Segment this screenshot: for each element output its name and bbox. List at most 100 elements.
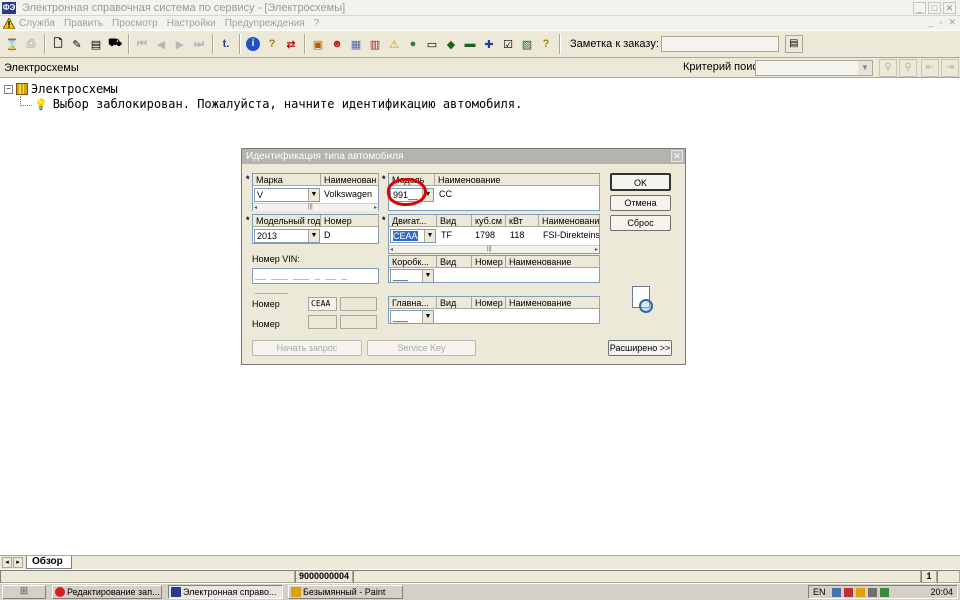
- final-drive-header-type[interactable]: Вид: [437, 297, 472, 309]
- print-icon[interactable]: ⎙: [22, 35, 40, 53]
- vehicle-icon[interactable]: ▬: [461, 35, 479, 53]
- scroll-thumb[interactable]: |||: [487, 246, 492, 252]
- update-icon[interactable]: [855, 587, 865, 597]
- scroll-left-icon[interactable]: ◂: [254, 204, 257, 211]
- search-criteria-select[interactable]: ▼: [755, 60, 873, 76]
- exit-icon[interactable]: ⌛: [3, 35, 21, 53]
- search-icon[interactable]: ⚲: [879, 59, 897, 77]
- close-window-button[interactable]: ✕: [943, 2, 956, 14]
- engine-header-code[interactable]: Двигат...: [389, 215, 437, 227]
- make-scrollbar[interactable]: ◂ ||| ▸: [253, 203, 378, 211]
- mdi-restore-icon[interactable]: ▫: [939, 17, 942, 28]
- dialog-close-icon[interactable]: ✕: [671, 150, 683, 162]
- search-prev-icon[interactable]: ⇤: [921, 59, 939, 77]
- start-button[interactable]: ⊞: [2, 585, 46, 599]
- order-note-input[interactable]: [660, 36, 779, 52]
- tab-scroll-right-icon[interactable]: ▸: [13, 557, 23, 568]
- back-icon[interactable]: t.: [217, 35, 235, 53]
- gearbox-header-code[interactable]: Коробк...: [389, 256, 437, 268]
- final-drive-code-combo[interactable]: ___ ▼: [390, 310, 434, 324]
- model-year-grid[interactable]: Модельный год Номер 2013 ▼ D: [252, 214, 379, 244]
- gearbox-grid[interactable]: Коробк... Вид Номер Наименование ___ ▼: [388, 255, 600, 283]
- engine-grid[interactable]: Двигат... Вид куб.см кВт Наименование CE…: [388, 214, 600, 254]
- make-header-code[interactable]: Марка: [253, 174, 321, 186]
- network-icon[interactable]: [831, 587, 841, 597]
- warning-icon[interactable]: [3, 17, 15, 29]
- first-page-icon[interactable]: ⏮: [133, 35, 151, 53]
- shield-icon[interactable]: [879, 587, 889, 597]
- order-note-button[interactable]: ▤: [784, 35, 803, 53]
- final-drive-header-code[interactable]: Главна...: [389, 297, 437, 309]
- menu-item-help[interactable]: ?: [314, 18, 320, 29]
- tab-scroll-left-icon[interactable]: ◂: [2, 557, 12, 568]
- menu-item-warnings[interactable]: Предупреждения: [225, 18, 305, 29]
- diagnostics-icon[interactable]: ✚: [480, 35, 498, 53]
- make-grid[interactable]: Марка Наименован V ▼ Volkswagen ◂ ||| ▸: [252, 173, 379, 211]
- search-advanced-icon[interactable]: ⚲: [899, 59, 917, 77]
- warning-toolbar-icon[interactable]: ⚠: [385, 35, 403, 53]
- gearbox-header-number[interactable]: Номер: [472, 256, 506, 268]
- language-indicator[interactable]: EN: [813, 587, 826, 597]
- make-header-name[interactable]: Наименован: [321, 174, 379, 186]
- engine-icon[interactable]: ◆: [442, 35, 460, 53]
- model-year-combo[interactable]: 2013 ▼: [254, 229, 320, 243]
- chevron-down-icon[interactable]: ▼: [422, 311, 433, 323]
- person-icon[interactable]: ☻: [328, 35, 346, 53]
- scroll-right-icon[interactable]: ▸: [374, 204, 377, 211]
- swap-icon[interactable]: ⇄: [282, 35, 300, 53]
- ok-button[interactable]: OK: [610, 173, 671, 191]
- gearbox-header-type[interactable]: Вид: [437, 256, 472, 268]
- chevron-down-icon[interactable]: ▼: [308, 230, 319, 242]
- menu-item-settings[interactable]: Настройки: [167, 18, 216, 29]
- final-drive-header-name[interactable]: Наименование: [506, 297, 600, 309]
- maximize-button[interactable]: □: [928, 2, 941, 14]
- menu-item-view[interactable]: Просмотр: [112, 18, 158, 29]
- gearbox-code-combo[interactable]: ___ ▼: [390, 269, 434, 283]
- help-icon[interactable]: ?: [263, 35, 281, 53]
- chevron-down-icon[interactable]: ▼: [422, 270, 433, 282]
- collapse-icon[interactable]: −: [4, 84, 13, 94]
- model-header-name[interactable]: Наименование: [435, 174, 600, 186]
- year-header-value[interactable]: Модельный год: [253, 215, 321, 227]
- prev-page-icon[interactable]: ◀: [152, 35, 170, 53]
- task-paint[interactable]: Безымянный - Paint: [288, 585, 403, 599]
- book-icon[interactable]: ▥: [366, 35, 384, 53]
- scroll-left-icon[interactable]: ◂: [390, 246, 393, 253]
- new-document-icon[interactable]: 🗋: [49, 35, 67, 53]
- task-edit-entry[interactable]: Редактирование зап...: [52, 585, 162, 599]
- next-page-icon[interactable]: ▶: [171, 35, 189, 53]
- chevron-down-icon[interactable]: ▼: [308, 189, 319, 201]
- menu-item-edit[interactable]: Править: [64, 18, 103, 29]
- document-search-icon[interactable]: [632, 286, 653, 313]
- document-list-icon[interactable]: ▤: [87, 35, 105, 53]
- tab-overview[interactable]: Обзор: [26, 556, 72, 569]
- minimize-button[interactable]: _: [913, 2, 926, 14]
- chevron-down-icon[interactable]: ▼: [424, 230, 435, 242]
- number-field-1b[interactable]: [340, 297, 377, 311]
- info-icon[interactable]: i: [244, 35, 262, 53]
- vin-input[interactable]: __ ___ ___ _ __ _ ______: [252, 268, 379, 295]
- tree-root[interactable]: − Электросхемы: [4, 82, 118, 96]
- mdi-close-icon[interactable]: ✕: [948, 17, 956, 28]
- engine-header-name[interactable]: Наименование: [539, 215, 600, 227]
- car-icon[interactable]: ⛟: [106, 35, 124, 53]
- engine-header-kw[interactable]: кВт: [506, 215, 539, 227]
- engine-header-cc[interactable]: куб.см: [472, 215, 506, 227]
- scroll-right-icon[interactable]: ▸: [595, 246, 598, 253]
- report-icon[interactable]: ▧: [518, 35, 536, 53]
- hint-icon[interactable]: ?: [537, 35, 555, 53]
- cancel-button[interactable]: Отмена: [610, 195, 671, 211]
- engine-code-combo[interactable]: CEAA ▼: [390, 229, 436, 243]
- engine-header-type[interactable]: Вид: [437, 215, 472, 227]
- scroll-thumb[interactable]: |||: [308, 204, 313, 210]
- mdi-minimize-icon[interactable]: _: [928, 17, 933, 28]
- year-header-number[interactable]: Номер: [321, 215, 379, 227]
- number-field-1[interactable]: CEAA: [308, 297, 337, 311]
- menu-item-service[interactable]: Служба: [19, 18, 55, 29]
- volume-icon[interactable]: [867, 587, 877, 597]
- gearbox-header-name[interactable]: Наименование: [506, 256, 600, 268]
- parts-icon[interactable]: ▣: [309, 35, 327, 53]
- task-service-system[interactable]: Электронная справо...: [168, 585, 283, 599]
- final-drive-header-number[interactable]: Номер: [472, 297, 506, 309]
- engine-scrollbar[interactable]: ◂ ||| ▸: [389, 245, 599, 253]
